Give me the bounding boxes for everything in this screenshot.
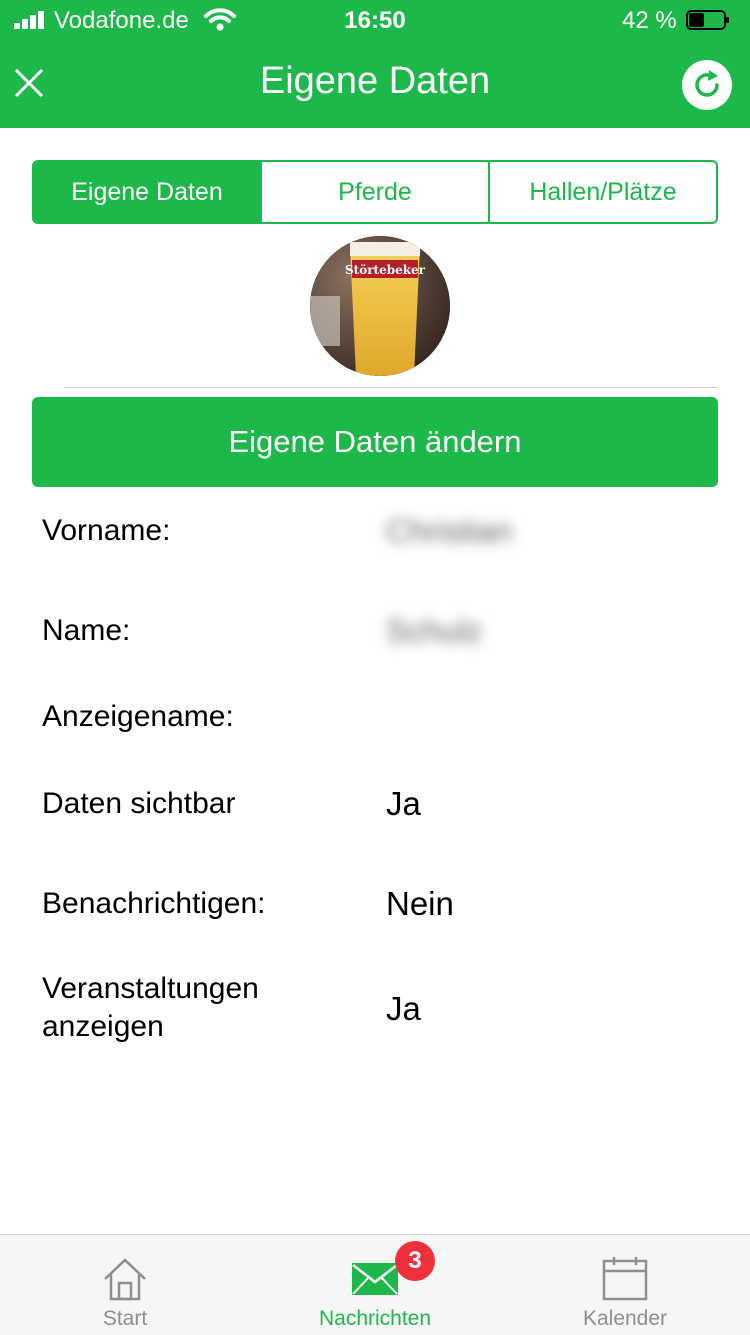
field-value-benachrichtigen: Nein xyxy=(386,885,454,922)
field-value-vorname: Christian xyxy=(386,513,513,549)
field-value-name: Schulz xyxy=(386,613,483,649)
top-bar: Vodafone.de 16:50 42 % Eigene Daten xyxy=(0,0,750,128)
segment-pferde[interactable]: Pferde xyxy=(260,162,488,222)
field-label-vorname: Vorname: xyxy=(42,514,171,547)
segment-eigene-daten[interactable]: Eigene Daten xyxy=(34,162,260,222)
avatar-caption: Störtebeker xyxy=(345,263,426,277)
divider xyxy=(64,387,718,388)
tab-bar: Start Nachrichten Kalender xyxy=(0,1234,750,1335)
battery-percentage: 42 % xyxy=(622,7,677,34)
edit-profile-button[interactable]: Eigene Daten ändern xyxy=(32,397,718,487)
field-value-daten-sichtbar: Ja xyxy=(386,785,421,822)
mail-icon xyxy=(352,1263,398,1295)
battery-icon xyxy=(686,10,729,30)
home-icon xyxy=(104,1258,146,1301)
field-value-veranstaltungen: Ja xyxy=(386,990,421,1027)
tab-kalender[interactable]: Kalender xyxy=(500,1235,750,1335)
field-label-name: Name: xyxy=(42,614,131,647)
tab-nachrichten[interactable]: Nachrichten xyxy=(250,1235,500,1335)
field-label-anzeigename: Anzeigename: xyxy=(42,700,234,733)
segment-hallen-plaetze[interactable]: Hallen/Plätze xyxy=(488,162,716,222)
tab-label-nachrichten: Nachrichten xyxy=(318,1307,432,1330)
field-label-benachrichtigen: Benachrichtigen: xyxy=(42,887,266,920)
page-title: Eigene Daten xyxy=(259,60,491,102)
tab-label-kalender: Kalender xyxy=(582,1307,668,1330)
field-label-veranstaltungen: Veranstaltungen anzeigen xyxy=(42,972,259,1043)
calendar-icon xyxy=(602,1257,648,1301)
status-bar: Vodafone.de 16:50 42 % xyxy=(0,0,750,42)
unread-badge: 3 xyxy=(395,1241,435,1281)
tab-label-start: Start xyxy=(102,1307,148,1330)
refresh-button[interactable] xyxy=(682,60,732,110)
tab-start[interactable]: Start xyxy=(0,1235,250,1335)
segmented-control: Eigene Daten Pferde Hallen/Plätze xyxy=(32,160,718,224)
field-label-daten-sichtbar: Daten sichtbar xyxy=(42,787,236,820)
refresh-icon xyxy=(695,70,719,97)
avatar: Störtebeker xyxy=(310,236,450,376)
